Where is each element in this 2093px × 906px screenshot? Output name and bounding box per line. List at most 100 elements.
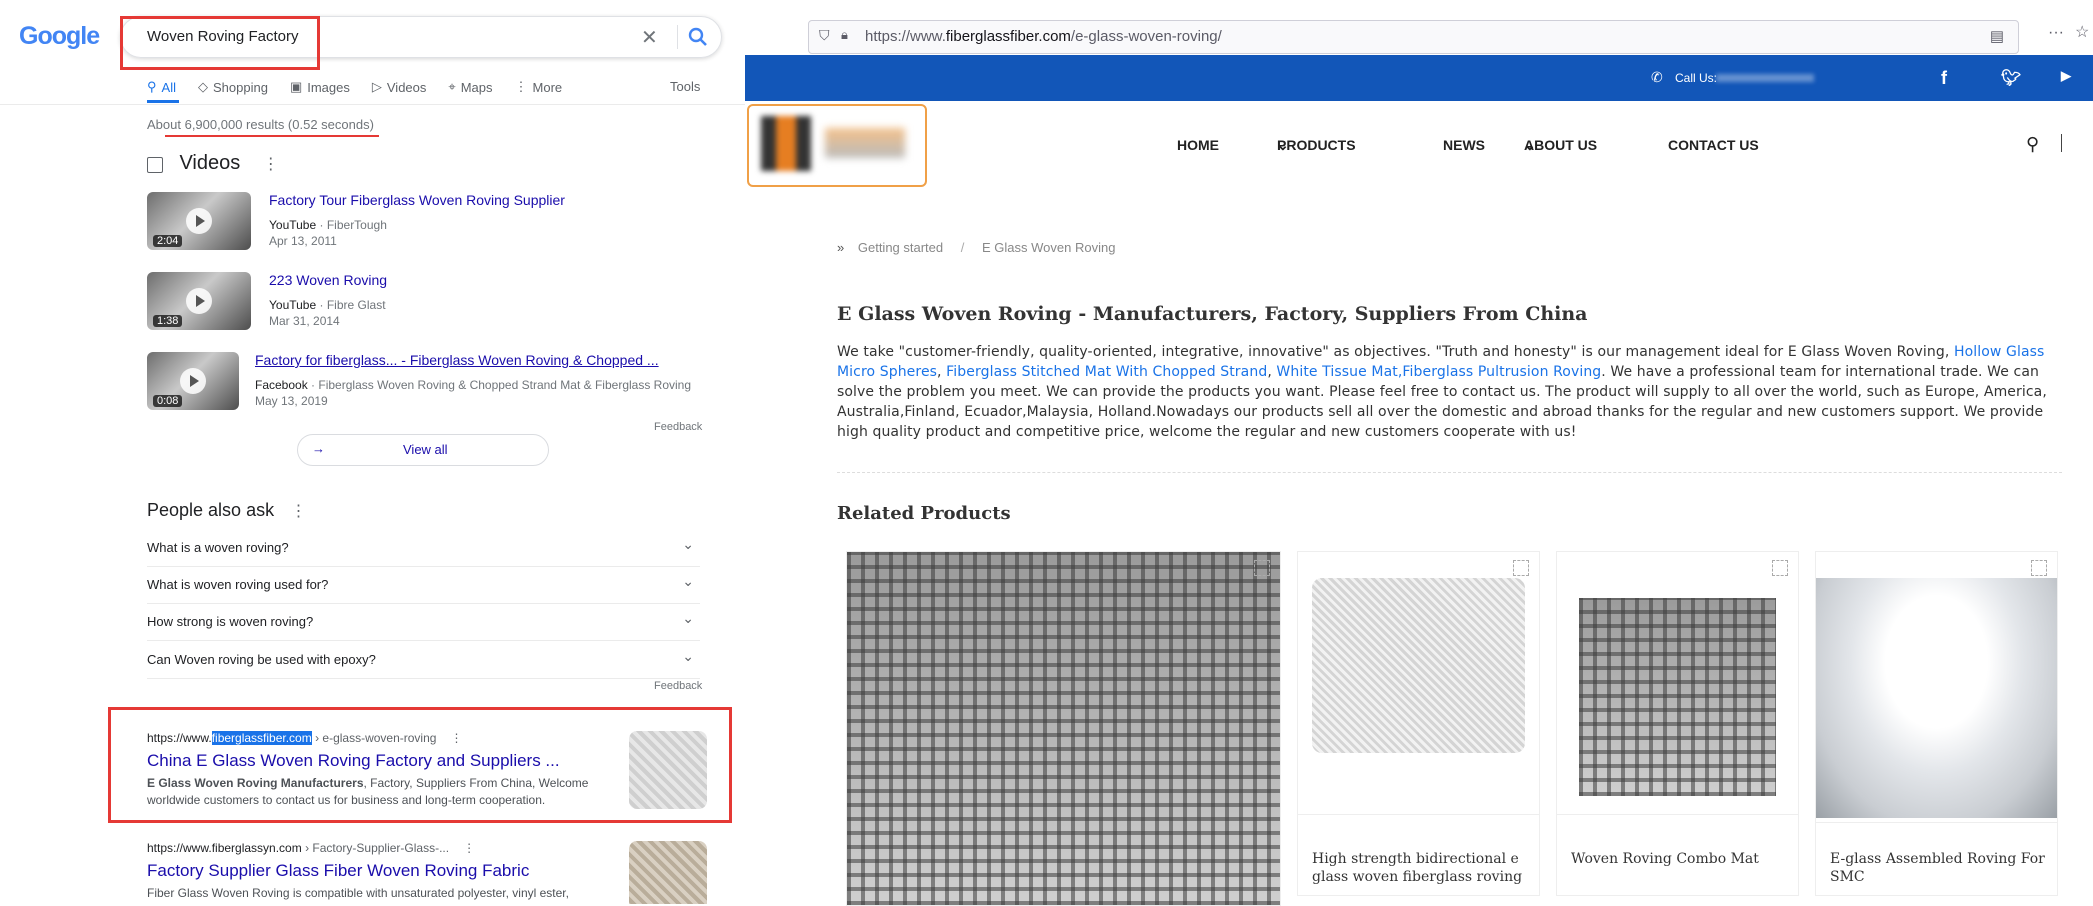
feedback-link[interactable]: Feedback xyxy=(654,680,702,692)
product-image[interactable] xyxy=(1816,578,2057,818)
feedback-link[interactable]: Feedback xyxy=(654,421,702,433)
product-image[interactable] xyxy=(847,552,1280,905)
nav-divider xyxy=(2061,134,2062,152)
product-image[interactable] xyxy=(1312,578,1525,753)
zoom-icon[interactable] xyxy=(1513,560,1529,576)
video-site: YouTube xyxy=(269,218,317,232)
video-channel: FiberTough xyxy=(326,218,387,232)
videos-title: Videos xyxy=(179,152,241,174)
url-text[interactable]: https://www.fiberglassfiber.com/e-glass-… xyxy=(865,28,1222,45)
card-divider xyxy=(1816,822,2057,823)
google-search-panel: Google Woven Roving Factory ✕ ⚲ All ◇ Shop… xyxy=(0,0,745,904)
youtube-icon[interactable]: ▶ xyxy=(2061,68,2071,84)
video-thumbnail[interactable]: 1:38 xyxy=(147,272,251,330)
tools-button[interactable]: Tools xyxy=(670,79,700,94)
view-all-button[interactable]: → View all xyxy=(297,434,549,466)
paa-question[interactable]: What is woven roving used for? ⌄ xyxy=(147,567,700,604)
product-card[interactable]: E-glass Assembled Roving For SMC xyxy=(1815,551,2058,896)
video-result[interactable]: 1:38 223 Woven Roving YouTube · Fibre Gl… xyxy=(147,272,707,330)
more-vert-icon[interactable]: ⋮ xyxy=(463,841,475,855)
tab-label: Maps xyxy=(460,79,493,95)
play-icon xyxy=(186,288,212,314)
search-icon[interactable] xyxy=(685,25,711,49)
product-description: We take "customer-friendly, quality-orie… xyxy=(837,342,2062,442)
tab-images[interactable]: ▣ Images xyxy=(290,79,350,95)
result-url[interactable]: https://www.fiberglassyn.com › Factory-S… xyxy=(147,841,707,855)
active-tab-indicator xyxy=(147,100,179,103)
card-divider xyxy=(1298,814,1539,815)
twitter-icon[interactable]: 🐦︎ xyxy=(2001,68,2021,88)
site-top-bar: ✆ Call Us: f 🐦︎ ▶ xyxy=(745,55,2093,101)
video-result[interactable]: 2:04 Factory Tour Fiberglass Woven Rovin… xyxy=(147,192,707,250)
chevron-down-icon: ⌄ xyxy=(1277,137,1289,153)
reader-view-icon[interactable]: ▤ xyxy=(1990,27,2004,45)
site-logo[interactable] xyxy=(747,104,927,187)
product-card[interactable] xyxy=(846,551,1281,906)
clear-icon[interactable]: ✕ xyxy=(641,25,658,50)
description-text: We take "customer-friendly, quality-orie… xyxy=(837,344,1954,360)
bookmark-star-icon[interactable]: ☆ xyxy=(2075,22,2089,42)
facebook-icon[interactable]: f xyxy=(1941,68,1947,89)
paa-title: People also ask xyxy=(147,500,275,520)
nav-news[interactable]: NEWS xyxy=(1443,137,1485,153)
play-icon xyxy=(186,208,212,234)
link-stitched-mat[interactable]: Fiberglass Stitched Mat With Chopped Str… xyxy=(946,364,1267,380)
product-caption[interactable]: High strength bidirectional e glass wove… xyxy=(1312,850,1532,886)
shield-icon[interactable]: ⛉ xyxy=(819,27,830,44)
video-date: Mar 31, 2014 xyxy=(269,314,340,328)
video-title[interactable]: Factory for fiberglass... - Fiberglass W… xyxy=(255,352,659,368)
phone-icon: ✆ xyxy=(1651,69,1663,85)
video-thumbnail[interactable]: 0:08 xyxy=(147,352,239,410)
more-vert-icon[interactable]: ⋮ xyxy=(263,156,279,173)
pin-icon: ⌖ xyxy=(448,79,456,94)
url-path: /e-glass-woven-roving/ xyxy=(1070,28,1222,45)
link-tissue-mat[interactable]: White Tissue Mat,Fiberglass Pultrusion R… xyxy=(1276,364,1601,380)
video-channel: Fiberglass Woven Roving & Chopped Strand… xyxy=(318,378,692,392)
paa-question[interactable]: Can Woven roving be used with epoxy? ⌄ xyxy=(147,642,700,679)
video-source: YouTube · FiberTough xyxy=(269,218,387,232)
video-thumbnail[interactable]: 2:04 xyxy=(147,192,251,250)
overflow-menu-icon[interactable]: ··· xyxy=(2048,24,2064,42)
videos-header: Videos ⋮ xyxy=(147,152,279,175)
paa-question-text: What is woven roving used for? xyxy=(147,577,329,592)
video-site: YouTube xyxy=(269,298,317,312)
breadcrumb-current: E Glass Woven Roving xyxy=(982,240,1116,255)
zoom-icon[interactable] xyxy=(2031,560,2047,576)
product-image[interactable] xyxy=(1579,598,1776,796)
nav-home[interactable]: HOME xyxy=(1177,137,1219,153)
product-caption[interactable]: Woven Roving Combo Mat xyxy=(1571,850,1791,868)
tab-videos[interactable]: ▷ Videos xyxy=(372,79,427,95)
video-result[interactable]: 0:08 Factory for fiberglass... - Fibergl… xyxy=(147,352,707,410)
search-tabs: ⚲ All ◇ Shopping ▣ Images ▷ Videos ⌖ Maps ⋮ Mo… xyxy=(147,79,584,95)
breadcrumb: » Getting started / E Glass Woven Roving xyxy=(837,240,1115,255)
call-us-label: Call Us: xyxy=(1675,71,1718,85)
result-thumbnail[interactable] xyxy=(629,841,707,904)
product-caption[interactable]: E-glass Assembled Roving For SMC xyxy=(1830,850,2050,886)
search-result[interactable]: https://www.fiberglassyn.com › Factory-S… xyxy=(147,841,707,904)
image-icon: ▣ xyxy=(289,79,303,94)
paa-question[interactable]: What is a woven roving? ⌄ xyxy=(147,530,700,567)
lock-icon[interactable]: 🔒︎ xyxy=(841,27,848,43)
arrow-right-icon: → xyxy=(312,441,325,456)
tab-label: All xyxy=(161,79,176,95)
video-title[interactable]: Factory Tour Fiberglass Woven Roving Sup… xyxy=(269,192,565,208)
result-title[interactable]: Factory Supplier Glass Fiber Woven Rovin… xyxy=(147,861,707,881)
tab-maps[interactable]: ⌖ Maps xyxy=(448,79,492,95)
zoom-icon[interactable] xyxy=(1772,560,1788,576)
tab-more[interactable]: ⋮ More xyxy=(515,79,563,95)
address-bar[interactable]: ⛉ 🔒︎ https://www.fiberglassfiber.com/e-g… xyxy=(808,20,2019,54)
site-search-icon[interactable]: ⚲ xyxy=(2026,134,2039,155)
section-divider xyxy=(837,472,2062,473)
google-logo[interactable]: Google xyxy=(19,22,100,51)
nav-contact[interactable]: CONTACT US xyxy=(1668,137,1759,153)
paa-question[interactable]: How strong is woven roving? ⌄ xyxy=(147,604,700,641)
product-card[interactable]: Woven Roving Combo Mat xyxy=(1556,551,1799,896)
tab-label: Shopping xyxy=(212,79,268,95)
tab-all[interactable]: ⚲ All xyxy=(147,79,176,95)
video-title[interactable]: 223 Woven Roving xyxy=(269,272,387,288)
breadcrumb-home[interactable]: Getting started xyxy=(858,240,943,255)
product-card[interactable]: High strength bidirectional e glass wove… xyxy=(1297,551,1540,896)
zoom-icon[interactable] xyxy=(1254,560,1270,576)
more-vert-icon[interactable]: ⋮ xyxy=(291,503,307,520)
tab-shopping[interactable]: ◇ Shopping xyxy=(198,79,268,95)
